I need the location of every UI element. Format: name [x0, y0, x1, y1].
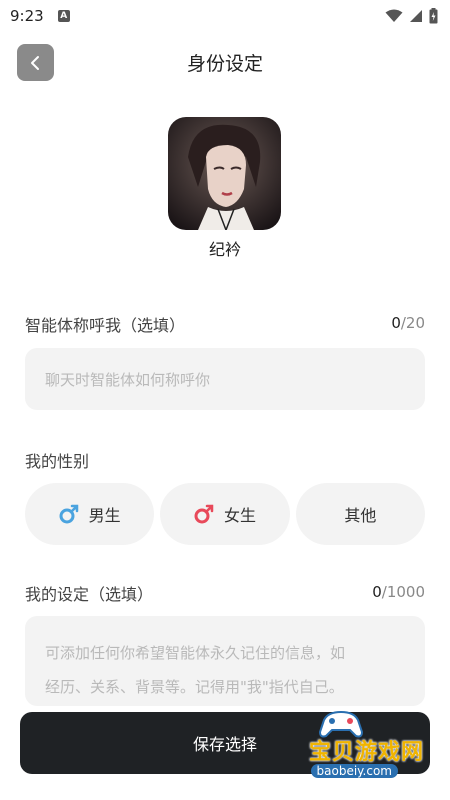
status-bar: 9:23 A — [0, 0, 450, 32]
character-name: 纪衿 — [208, 240, 241, 259]
nickname-max: /20 — [400, 314, 425, 332]
settings-max: /1000 — [381, 583, 425, 601]
settings-textarea[interactable]: 可添加任何你希望智能体永久记住的信息，如 经历、关系、背景等。记得用"我"指代自… — [25, 616, 425, 706]
watermark-text: 宝贝游戏网 — [308, 740, 424, 765]
female-icon — [194, 504, 214, 524]
male-icon — [59, 504, 78, 524]
status-right — [385, 8, 438, 24]
nickname-placeholder: 聊天时智能体如何称呼你 — [45, 370, 211, 389]
gender-option-male[interactable]: 男生 — [25, 483, 155, 545]
avatar-image — [168, 117, 281, 230]
watermark-logo: 宝贝游戏网 baobeiy.com — [278, 708, 428, 788]
nickname-count: 0 — [391, 314, 401, 332]
settings-placeholder-line2: 经历、关系、背景等。记得用"我"指代自己。 — [45, 678, 344, 696]
gender-option-other[interactable]: 其他 — [295, 483, 425, 545]
settings-label: 我的设定（选填） — [25, 585, 154, 604]
save-button-label: 保存选择 — [192, 735, 257, 754]
gender-option-female[interactable]: 女生 — [160, 483, 290, 545]
notification-icon: A — [57, 10, 70, 22]
back-button[interactable] — [17, 44, 54, 81]
gender-other-label: 其他 — [344, 506, 377, 525]
gender-male-label: 男生 — [88, 506, 121, 525]
signal-icon — [410, 10, 422, 22]
gender-female-label: 女生 — [223, 506, 256, 525]
settings-placeholder-line1: 可添加任何你希望智能体永久记住的信息，如 — [45, 644, 346, 662]
gender-options: 男生 女生 其他 — [25, 483, 425, 545]
battery-icon — [429, 8, 438, 24]
status-time: 9:23 — [10, 7, 44, 25]
nickname-input[interactable]: 聊天时智能体如何称呼你 — [25, 348, 425, 410]
avatar[interactable] — [168, 117, 281, 230]
header: 身份设定 — [0, 42, 450, 82]
gender-label: 我的性别 — [25, 452, 90, 471]
chevron-left-icon — [30, 55, 39, 70]
page-title: 身份设定 — [186, 52, 263, 75]
nickname-label: 智能体称呼我（选填） — [25, 316, 186, 335]
wifi-icon — [385, 9, 403, 22]
nickname-counter: 0/20 — [391, 314, 425, 332]
settings-count: 0 — [372, 583, 382, 601]
status-left: 9:23 A — [10, 7, 70, 25]
settings-counter: 0/1000 — [372, 583, 425, 601]
watermark-url: baobeiy.com — [310, 764, 398, 778]
